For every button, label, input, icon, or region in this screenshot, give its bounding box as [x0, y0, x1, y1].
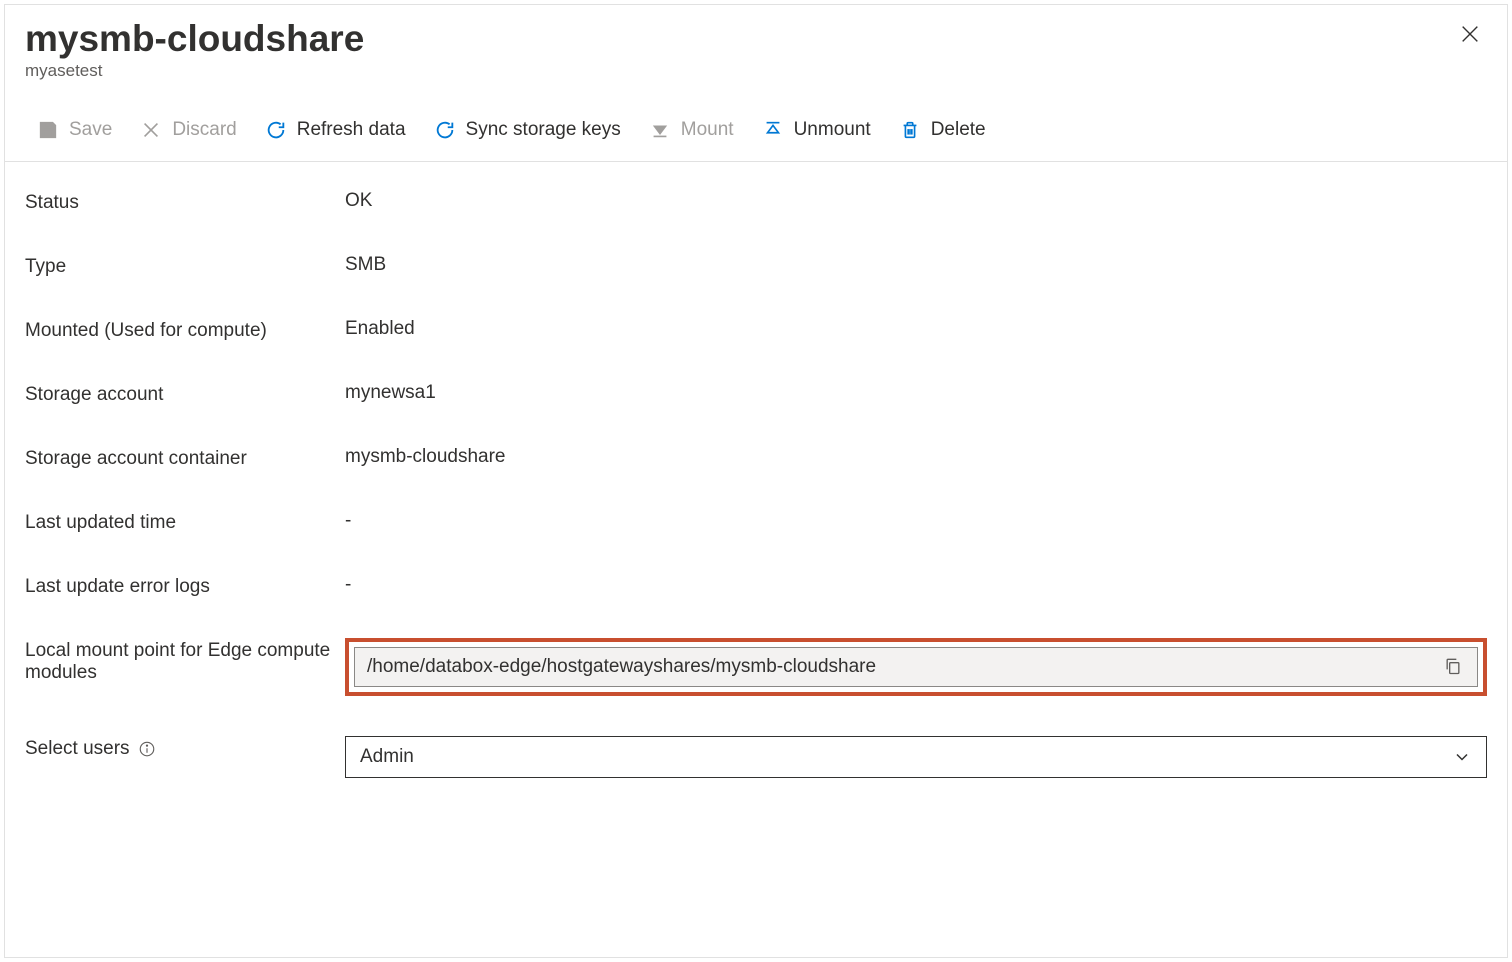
- toolbar: Save Discard Refresh data Sync storage k…: [5, 103, 1507, 162]
- mount-point-label: Local mount point for Edge compute modul…: [25, 638, 345, 684]
- storage-account-row: Storage account mynewsa1: [25, 382, 1487, 406]
- storage-container-row: Storage account container mysmb-cloudsha…: [25, 446, 1487, 470]
- mounted-label: Mounted (Used for compute): [25, 318, 345, 342]
- last-updated-value: -: [345, 510, 1487, 532]
- discard-icon: [140, 119, 162, 141]
- mount-point-field: [354, 647, 1478, 687]
- type-label: Type: [25, 254, 345, 278]
- delete-button[interactable]: Delete: [887, 113, 998, 147]
- header: mysmb-cloudshare myasetest: [5, 5, 1507, 85]
- storage-container-value: mysmb-cloudshare: [345, 446, 1487, 468]
- unmount-button[interactable]: Unmount: [750, 113, 883, 147]
- mount-label: Mount: [681, 119, 734, 141]
- discard-button: Discard: [128, 113, 248, 147]
- mounted-value: Enabled: [345, 318, 1487, 340]
- select-users-label-wrap: Select users: [25, 736, 345, 760]
- type-value: SMB: [345, 254, 1487, 276]
- select-users-row: Select users Admin: [25, 736, 1487, 778]
- save-button: Save: [25, 113, 124, 147]
- mount-point-highlight: [345, 638, 1487, 696]
- status-row: Status OK: [25, 190, 1487, 214]
- last-updated-row: Last updated time -: [25, 510, 1487, 534]
- copy-button[interactable]: [1441, 654, 1465, 681]
- select-users-dropdown[interactable]: Admin: [345, 736, 1487, 778]
- sync-label: Sync storage keys: [466, 119, 621, 141]
- mount-point-row: Local mount point for Edge compute modul…: [25, 638, 1487, 696]
- sync-icon: [434, 119, 456, 141]
- mounted-row: Mounted (Used for compute) Enabled: [25, 318, 1487, 342]
- last-error-label: Last update error logs: [25, 574, 345, 598]
- page-title: mysmb-cloudshare: [25, 17, 364, 61]
- share-details-panel: mysmb-cloudshare myasetest Save Discard: [4, 4, 1508, 958]
- close-icon: [1459, 33, 1481, 48]
- storage-account-label: Storage account: [25, 382, 345, 406]
- content: Status OK Type SMB Mounted (Used for com…: [5, 162, 1507, 846]
- mount-point-input[interactable]: [367, 656, 1441, 678]
- delete-label: Delete: [931, 119, 986, 141]
- title-block: mysmb-cloudshare myasetest: [25, 17, 364, 81]
- save-label: Save: [69, 119, 112, 141]
- select-users-label: Select users: [25, 738, 130, 760]
- last-updated-label: Last updated time: [25, 510, 345, 534]
- status-label: Status: [25, 190, 345, 214]
- select-users-wrapper: Admin: [345, 736, 1487, 778]
- unmount-icon: [762, 119, 784, 141]
- mount-icon: [649, 119, 671, 141]
- close-button[interactable]: [1453, 17, 1487, 54]
- refresh-button[interactable]: Refresh data: [253, 113, 418, 147]
- info-icon[interactable]: [138, 740, 156, 758]
- refresh-label: Refresh data: [297, 119, 406, 141]
- storage-container-label: Storage account container: [25, 446, 345, 470]
- unmount-label: Unmount: [794, 119, 871, 141]
- type-row: Type SMB: [25, 254, 1487, 278]
- copy-icon: [1443, 656, 1463, 679]
- delete-icon: [899, 119, 921, 141]
- mount-button: Mount: [637, 113, 746, 147]
- save-icon: [37, 119, 59, 141]
- discard-label: Discard: [172, 119, 236, 141]
- refresh-icon: [265, 119, 287, 141]
- status-value: OK: [345, 190, 1487, 212]
- storage-account-value: mynewsa1: [345, 382, 1487, 404]
- last-error-row: Last update error logs -: [25, 574, 1487, 598]
- chevron-down-icon: [1452, 747, 1472, 767]
- select-users-value: Admin: [360, 746, 414, 768]
- last-error-value: -: [345, 574, 1487, 596]
- page-subtitle: myasetest: [25, 61, 364, 81]
- sync-button[interactable]: Sync storage keys: [422, 113, 633, 147]
